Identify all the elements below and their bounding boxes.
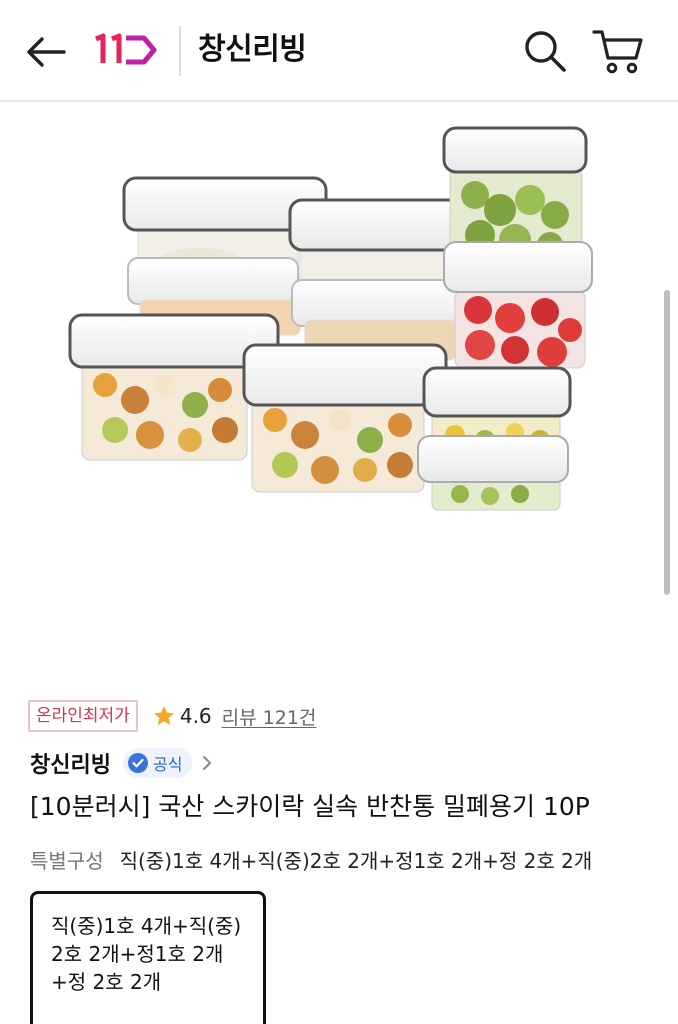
11st-logo-icon	[95, 33, 157, 65]
search-button[interactable]	[520, 26, 570, 76]
star-icon	[153, 706, 174, 725]
option-label: 특별구성	[30, 849, 104, 873]
back-button[interactable]	[22, 28, 70, 76]
cart-button[interactable]	[590, 24, 646, 78]
cart-icon	[592, 30, 643, 74]
11st-logo[interactable]	[92, 30, 162, 70]
option-card-label: 직(중)1호 4개+직(중)2호 2개+정1호 2개+정 2호 2개	[51, 914, 242, 994]
option-summary-row: 특별구성 직(중)1호 4개+직(중)2호 2개+정1호 2개+정 2호 2개	[30, 846, 650, 876]
lowest-price-badge: 온라인최저가	[28, 700, 138, 732]
brand-row[interactable]: 창신리빙 공식	[30, 746, 214, 780]
store-title[interactable]: 창신리빙	[198, 30, 307, 70]
food-containers-photo	[68, 126, 593, 511]
back-arrow-icon	[27, 37, 66, 67]
header-divider	[179, 26, 181, 76]
scrollbar[interactable]	[664, 290, 670, 595]
rating-value: 4.6	[179, 704, 212, 728]
product-image[interactable]	[0, 104, 678, 680]
chevron-right-icon[interactable]	[200, 754, 214, 772]
option-select-card[interactable]: 직(중)1호 4개+직(중)2호 2개+정1호 2개+정 2호 2개	[30, 891, 266, 1024]
option-summary-value: 직(중)1호 4개+직(중)2호 2개+정1호 2개+정 2호 2개	[119, 849, 593, 873]
top-app-bar: 창신리빙	[0, 0, 678, 102]
official-badge: 공식	[122, 748, 193, 778]
badge-rating-row: 온라인최저가 4.6 리뷰 121건	[28, 700, 316, 732]
verified-check-icon	[127, 753, 148, 773]
search-icon	[525, 31, 566, 72]
brand-name[interactable]: 창신리빙	[30, 747, 111, 779]
official-label: 공식	[152, 755, 183, 774]
review-count-link[interactable]: 리뷰 121건	[222, 703, 317, 730]
product-title: [10분러시] 국산 스카이락 실속 반찬통 밀폐용기 10P	[30, 792, 590, 821]
